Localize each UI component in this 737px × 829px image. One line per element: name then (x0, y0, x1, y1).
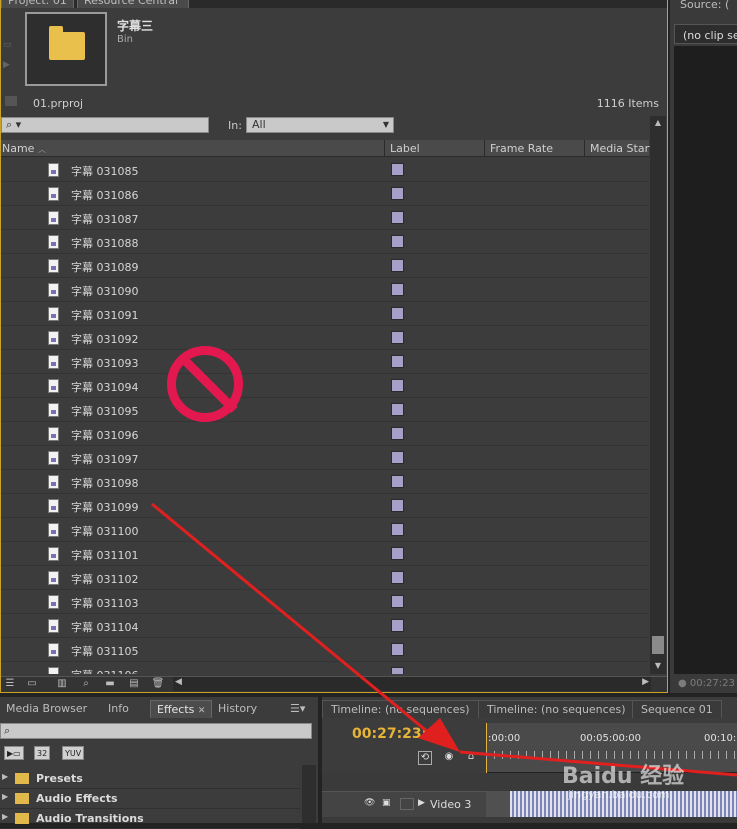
watermark-logo: Baidu 经验 (562, 764, 685, 789)
watermark-url: jingyan.baidu.com (568, 788, 670, 801)
annotation-arrow (151, 502, 737, 777)
